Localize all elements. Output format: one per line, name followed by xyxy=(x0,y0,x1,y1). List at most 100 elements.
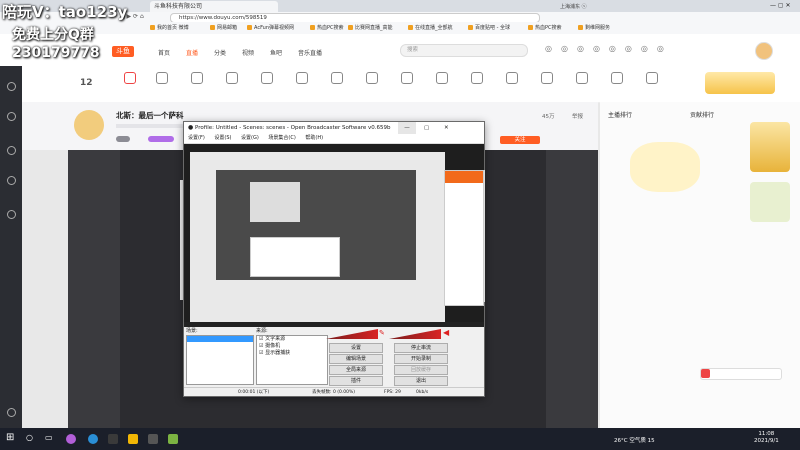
rank-tab-contrib[interactable]: 贡献排行 xyxy=(690,110,714,119)
rail-item[interactable] xyxy=(3,112,19,123)
sources-label: 来源: xyxy=(256,328,268,334)
category-item[interactable] xyxy=(118,72,142,87)
nav-category[interactable]: 分类 xyxy=(214,48,226,57)
location-text: 上海浦东 ⓢ xyxy=(560,4,587,10)
global-source-button[interactable]: 全局来源 xyxy=(329,365,383,375)
replay-buffer-button[interactable]: 回放缓存 xyxy=(394,365,448,375)
bookmark-item[interactable]: 剩维网服务 xyxy=(578,24,610,31)
category-item[interactable] xyxy=(465,72,489,87)
room-tag[interactable] xyxy=(116,136,130,142)
category-item[interactable] xyxy=(500,72,524,87)
category-item[interactable] xyxy=(395,72,419,87)
close-button[interactable]: ✕ xyxy=(444,122,449,134)
plugins-button[interactable]: 插件 xyxy=(329,376,383,386)
rail-item[interactable] xyxy=(3,408,19,419)
site-logo[interactable]: 斗鱼 xyxy=(112,46,134,57)
edit-scene-button[interactable]: 编辑场景 xyxy=(329,354,383,364)
rank-tab-anchor[interactable]: 主播排行 xyxy=(608,110,632,119)
nav-video[interactable]: 视频 xyxy=(242,48,254,57)
source-item[interactable]: ☑ 摄像机 xyxy=(259,343,327,350)
settings-button[interactable]: 设置 xyxy=(329,343,383,353)
scene-item-selected[interactable] xyxy=(187,336,253,342)
mascot-image xyxy=(630,142,700,192)
header-icons[interactable]: ◎◎◎◎◎◎◎◎ xyxy=(545,44,673,53)
task-view-icon[interactable]: ▭ xyxy=(45,433,53,442)
taskbar-app-icon[interactable] xyxy=(66,434,76,444)
nav-music[interactable]: 音乐直播 xyxy=(298,48,322,57)
obs-titlebar[interactable]: ● Profile: Untitled - Scenes: scenes - O… xyxy=(184,122,484,134)
event-banner[interactable] xyxy=(750,182,790,222)
mic-volume-meter[interactable] xyxy=(326,329,378,339)
avatar[interactable] xyxy=(755,42,773,60)
streamer-avatar[interactable] xyxy=(74,110,104,140)
stop-stream-button[interactable]: 停止串流 xyxy=(394,343,448,353)
rail-item[interactable] xyxy=(3,210,19,221)
bookmark-item[interactable]: 网易邮箱 xyxy=(210,24,237,31)
minimize-button[interactable]: — xyxy=(398,122,416,134)
speaker-icon[interactable]: ◀ xyxy=(443,328,449,337)
rail-item[interactable] xyxy=(3,146,19,157)
room-title: 北斯：最后一个萨科 xyxy=(116,111,184,120)
browser-tab[interactable]: 斗鱼科技有限公司 xyxy=(150,1,278,12)
rail-item[interactable] xyxy=(3,176,19,187)
weather-text[interactable]: 26°C 空气质 15 xyxy=(614,436,655,444)
nav-home[interactable]: 首页 xyxy=(158,48,170,57)
overlay-qq: 230179778 xyxy=(12,45,100,61)
taskbar-app-icon[interactable] xyxy=(88,434,98,444)
source-item[interactable]: ☑ 显示器捕获 xyxy=(259,350,327,357)
windows-start-icon[interactable]: ⊞ xyxy=(6,432,14,443)
exit-button[interactable]: 退出 xyxy=(394,376,448,386)
bookmark-item[interactable]: 我的首页 微博 xyxy=(150,24,189,31)
obs-menu-item[interactable]: 设置(G) xyxy=(241,135,259,141)
room-tag[interactable] xyxy=(148,136,174,142)
bookmark-item[interactable]: 热血PC搜索 xyxy=(528,24,562,31)
obs-menu-item[interactable]: 设置(F) xyxy=(188,135,205,141)
category-item[interactable] xyxy=(570,72,594,87)
category-item[interactable] xyxy=(640,72,664,87)
event-banner[interactable] xyxy=(750,122,790,172)
category-item[interactable] xyxy=(220,72,244,87)
category-item[interactable] xyxy=(325,72,349,87)
nav-yuba[interactable]: 鱼吧 xyxy=(270,48,282,57)
taskbar-app-icon[interactable] xyxy=(128,434,138,444)
obs-menu-item[interactable]: 帮助(H) xyxy=(305,135,323,141)
bookmark-item[interactable]: 在线直播_全部航 xyxy=(408,24,453,31)
mic-icon[interactable]: ✎ xyxy=(379,329,385,337)
desktop-volume-meter[interactable] xyxy=(389,329,441,339)
category-item[interactable] xyxy=(535,72,559,87)
category-item[interactable] xyxy=(430,72,454,87)
bookmark-item[interactable]: 热血PC搜索 xyxy=(310,24,344,31)
maximize-button[interactable]: ▢ xyxy=(424,122,429,134)
bookmark-item[interactable]: 百度贴吧 - 全球 xyxy=(468,24,510,31)
status-fps: FPS: 29 xyxy=(384,390,401,395)
taskbar-app-icon[interactable] xyxy=(108,434,118,444)
category-item[interactable] xyxy=(255,72,279,87)
follow-button[interactable]: 关注 xyxy=(500,136,540,144)
category-item[interactable] xyxy=(150,72,174,87)
category-item[interactable] xyxy=(360,72,384,87)
window-controls[interactable]: — ▢ ✕ xyxy=(770,2,791,9)
sources-list[interactable]: ☑ 文字来源 ☑ 摄像机 ☑ 显示器捕获 xyxy=(256,335,328,385)
rail-item[interactable] xyxy=(3,82,19,93)
taskbar-app-icon[interactable] xyxy=(148,434,158,444)
category-item[interactable] xyxy=(290,72,314,87)
taskbar-app-icon[interactable] xyxy=(168,434,178,444)
obs-window[interactable]: ● Profile: Untitled - Scenes: scenes - O… xyxy=(183,121,485,397)
search-input[interactable]: 搜索 xyxy=(400,44,528,57)
input-toolbar[interactable] xyxy=(700,368,782,380)
obs-menu-item[interactable]: 场景集合(C) xyxy=(268,135,295,141)
bookmark-item[interactable]: AcFun弹幕视频网 xyxy=(247,24,294,31)
taskbar-clock[interactable]: 11:08 2021/9/1 xyxy=(754,431,779,445)
start-record-button[interactable]: 开始录制 xyxy=(394,354,448,364)
category-item[interactable] xyxy=(185,72,209,87)
scenes-list[interactable] xyxy=(186,335,254,385)
report-link[interactable]: 举报 xyxy=(572,112,583,120)
category-item[interactable] xyxy=(605,72,629,87)
search-icon[interactable]: ○ xyxy=(26,433,33,442)
promo-banner[interactable] xyxy=(705,72,775,94)
bookmark-item[interactable]: 比赛网直播_高能 xyxy=(348,24,393,31)
obs-menu-item[interactable]: 设置(S) xyxy=(214,135,231,141)
right-panel: 主播排行 贡献排行 xyxy=(600,102,800,428)
nav-live[interactable]: 直播 xyxy=(186,48,198,57)
source-item[interactable]: ☑ 文字来源 xyxy=(259,336,327,343)
